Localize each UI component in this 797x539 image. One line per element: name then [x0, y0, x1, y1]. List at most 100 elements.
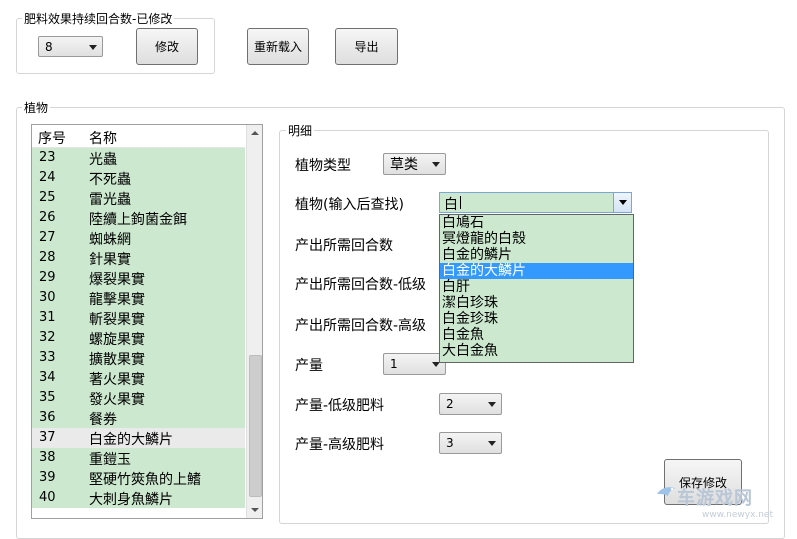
chevron-down-icon — [488, 402, 496, 407]
row-index: 24 — [39, 170, 56, 185]
table-row[interactable]: 29 爆裂果實 — [32, 268, 245, 288]
column-header-index[interactable]: 序号 — [38, 128, 66, 148]
row-name: 針果實 — [89, 252, 131, 268]
fertilizer-rounds-value: 8 — [45, 39, 53, 54]
vertical-scrollbar[interactable] — [246, 125, 262, 518]
watermark-text: 车游戏网 — [677, 488, 753, 509]
table-row[interactable]: 31 斬裂果實 — [32, 308, 245, 328]
row-index: 26 — [39, 210, 56, 225]
row-name: 雷光蟲 — [89, 192, 131, 208]
table-row[interactable]: 37 白金的大鱗片 — [32, 428, 245, 448]
reload-button[interactable]: 重新载入 — [247, 28, 309, 65]
table-row[interactable]: 32 螺旋果實 — [32, 328, 245, 348]
row-name: 大刺身魚鱗片 — [89, 492, 173, 508]
row-name: 斬裂果實 — [89, 312, 145, 328]
yield-high-value: 3 — [446, 436, 454, 450]
plant-search-input[interactable]: 白 — [444, 194, 458, 214]
rounds-low-label: 产出所需回合数-低级 — [295, 277, 427, 293]
row-name: 餐券 — [89, 412, 117, 428]
row-index: 25 — [39, 190, 56, 205]
dropdown-option[interactable]: 白金魚 — [440, 327, 633, 343]
yield-high-label: 产量-高级肥料 — [295, 437, 385, 453]
row-name: 爆裂果實 — [89, 272, 145, 288]
dropdown-option[interactable]: 大白金魚 — [440, 343, 633, 359]
plant-list[interactable]: 序号 名称 23 光蟲 24 不死蟲 25 雷光蟲 26 陸續上鉤菌金餌 27 蜘蛛網 28 針果實 2… — [31, 124, 263, 519]
table-row[interactable]: 33 擴散果實 — [32, 348, 245, 368]
table-row[interactable]: 25 雷光蟲 — [32, 188, 245, 208]
table-row[interactable]: 28 針果實 — [32, 248, 245, 268]
row-name: 擴散果實 — [89, 352, 145, 368]
table-row[interactable]: 23 光蟲 — [32, 148, 245, 168]
yield-low-select[interactable]: 2 — [439, 393, 502, 415]
dropdown-option[interactable]: 白金珍珠 — [440, 311, 633, 327]
yield-low-label: 产量-低级肥料 — [295, 398, 385, 414]
table-row[interactable]: 35 發火果實 — [32, 388, 245, 408]
dropdown-option[interactable]: 白鳩石 — [440, 215, 633, 231]
row-index: 23 — [39, 150, 56, 165]
row-index: 36 — [39, 410, 56, 425]
row-index: 37 — [39, 430, 56, 445]
column-header-name[interactable]: 名称 — [89, 128, 117, 148]
row-index: 29 — [39, 270, 56, 285]
dropdown-option[interactable]: 冥燈龍的白殼 — [440, 231, 633, 247]
modify-button[interactable]: 修改 — [136, 28, 198, 65]
row-index: 30 — [39, 290, 56, 305]
row-index: 27 — [39, 230, 56, 245]
row-name: 螺旋果實 — [89, 332, 145, 348]
fertilizer-group-title: 肥料效果持续回合数-已修改 — [22, 10, 175, 27]
row-name: 堅硬竹筴魚的上鰭 — [89, 472, 201, 488]
plant-type-value: 草类 — [390, 157, 418, 173]
scroll-up-icon[interactable] — [247, 125, 262, 141]
table-row[interactable]: 39 堅硬竹筴魚的上鰭 — [32, 468, 245, 488]
plant-search-dropdown[interactable]: 白鳩石 冥燈龍的白殼 白金的鱗片 白金的大鱗片 白肝 潔白珍珠 白金珍珠 白金魚 大白金魚 — [439, 214, 634, 363]
plant-type-select[interactable]: 草类 — [383, 153, 446, 175]
table-row[interactable]: 38 重鎧玉 — [32, 448, 245, 468]
chevron-down-icon — [488, 441, 496, 446]
watermark-bird-icon — [657, 487, 675, 496]
yield-value: 1 — [390, 357, 398, 371]
yield-select[interactable]: 1 — [383, 353, 446, 375]
table-row[interactable]: 36 餐券 — [32, 408, 245, 428]
dropdown-option[interactable]: 白金的大鱗片 — [440, 263, 633, 279]
row-index: 40 — [39, 490, 56, 505]
row-name: 白金的大鱗片 — [89, 432, 173, 448]
text-caret — [460, 196, 461, 209]
row-index: 28 — [39, 250, 56, 265]
chevron-down-icon — [432, 162, 440, 167]
dropdown-option[interactable]: 白金的鱗片 — [440, 247, 633, 263]
table-row[interactable]: 26 陸續上鉤菌金餌 — [32, 208, 245, 228]
table-row[interactable]: 34 著火果實 — [32, 368, 245, 388]
row-index: 38 — [39, 450, 56, 465]
fertilizer-rounds-select[interactable]: 8 — [38, 36, 103, 57]
plant-search-combobox[interactable]: 白 — [439, 192, 632, 213]
row-name: 龍擊果實 — [89, 292, 145, 308]
table-row[interactable]: 30 龍擊果實 — [32, 288, 245, 308]
export-button[interactable]: 导出 — [335, 28, 398, 65]
row-name: 蜘蛛網 — [89, 232, 131, 248]
scroll-down-icon[interactable] — [247, 502, 262, 518]
dropdown-option[interactable]: 白肝 — [440, 279, 633, 295]
row-name: 陸續上鉤菌金餌 — [89, 212, 187, 228]
detail-group-title: 明细 — [286, 122, 315, 139]
row-index: 35 — [39, 390, 56, 405]
row-index: 34 — [39, 370, 56, 385]
row-name: 重鎧玉 — [89, 452, 131, 468]
table-row[interactable]: 27 蜘蛛網 — [32, 228, 245, 248]
plant-type-label: 植物类型 — [295, 158, 351, 174]
rounds-high-label: 产出所需回合数-高级 — [295, 318, 427, 334]
row-name: 不死蟲 — [89, 172, 131, 188]
row-name: 發火果實 — [89, 392, 145, 408]
row-name: 光蟲 — [89, 152, 117, 168]
yield-high-select[interactable]: 3 — [439, 432, 502, 454]
table-row[interactable]: 40 大刺身魚鱗片 — [32, 488, 245, 508]
dropdown-arrow-icon[interactable] — [613, 193, 631, 212]
row-index: 32 — [39, 330, 56, 345]
yield-label: 产量 — [295, 358, 323, 374]
yield-low-value: 2 — [446, 397, 454, 411]
dropdown-option[interactable]: 潔白珍珠 — [440, 295, 633, 311]
plant-list-header: 序号 名称 — [32, 125, 245, 148]
scroll-thumb[interactable] — [249, 355, 262, 497]
table-row[interactable]: 24 不死蟲 — [32, 168, 245, 188]
row-name: 著火果實 — [89, 372, 145, 388]
row-index: 31 — [39, 310, 56, 325]
